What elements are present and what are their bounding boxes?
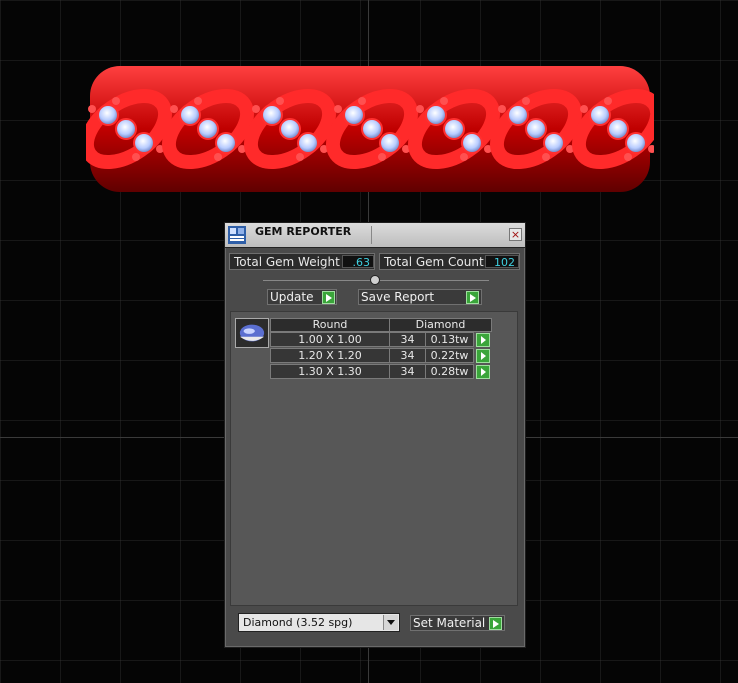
title-separator bbox=[371, 226, 372, 244]
prong-bead bbox=[214, 153, 222, 161]
gem-count-cell: 34 bbox=[389, 348, 426, 363]
prong-bead bbox=[194, 97, 202, 105]
diamond-gem bbox=[361, 118, 383, 140]
play-icon[interactable] bbox=[476, 333, 490, 347]
total-gem-count-box: Total Gem Count 102 bbox=[379, 253, 520, 270]
diamond-gem bbox=[607, 118, 629, 140]
prong-bead bbox=[460, 153, 468, 161]
prong-bead bbox=[604, 97, 612, 105]
diamond-gem bbox=[507, 104, 529, 126]
title-bar[interactable]: GEM REPORTER × bbox=[225, 223, 525, 248]
material-header: Diamond bbox=[389, 318, 492, 332]
gem-table-area: Round Diamond 1.00 X 1.00 34 0.13tw 1.20… bbox=[230, 311, 518, 606]
gem-size-cell: 1.20 X 1.20 bbox=[270, 348, 390, 363]
total-gem-count-label: Total Gem Count bbox=[384, 255, 484, 269]
diamond-gem bbox=[279, 118, 301, 140]
diamond-gem bbox=[297, 132, 319, 154]
set-material-button[interactable]: Set Material bbox=[410, 615, 505, 631]
diamond-gem bbox=[115, 118, 137, 140]
prong-bead bbox=[252, 105, 260, 113]
prong-bead bbox=[580, 105, 588, 113]
diamond-gem bbox=[443, 118, 465, 140]
window-title: GEM REPORTER bbox=[255, 225, 352, 238]
gem-size-cell: 1.30 X 1.30 bbox=[270, 364, 390, 379]
prong-bead bbox=[276, 97, 284, 105]
update-button[interactable]: Update bbox=[267, 289, 337, 305]
gem-weight-cell: 0.28tw bbox=[425, 364, 474, 379]
diamond-gem bbox=[625, 132, 647, 154]
cuban-link-ring-model[interactable] bbox=[86, 58, 654, 200]
gem-reporter-icon bbox=[228, 226, 246, 244]
slider-handle[interactable] bbox=[370, 275, 380, 285]
gem-count-cell: 34 bbox=[389, 364, 426, 379]
gem-size-cell: 1.00 X 1.00 bbox=[270, 332, 390, 347]
diamond-gem bbox=[589, 104, 611, 126]
play-icon[interactable] bbox=[476, 349, 490, 363]
diamond-gem bbox=[179, 104, 201, 126]
close-icon[interactable]: × bbox=[509, 228, 522, 241]
shape-header: Round bbox=[270, 318, 390, 332]
prong-bead bbox=[358, 97, 366, 105]
total-gem-weight-label: Total Gem Weight bbox=[234, 255, 340, 269]
diamond-gem bbox=[261, 104, 283, 126]
save-report-button[interactable]: Save Report bbox=[358, 289, 482, 305]
play-icon[interactable] bbox=[322, 291, 335, 304]
save-report-label: Save Report bbox=[361, 290, 435, 304]
play-icon[interactable] bbox=[466, 291, 479, 304]
diamond-gem bbox=[379, 132, 401, 154]
prong-bead bbox=[542, 153, 550, 161]
total-gem-count-value: 102 bbox=[485, 255, 519, 269]
gem-count-cell: 34 bbox=[389, 332, 426, 347]
prong-bead bbox=[624, 153, 632, 161]
prong-bead bbox=[378, 153, 386, 161]
total-gem-weight-box: Total Gem Weight .63 bbox=[229, 253, 375, 270]
diamond-gem bbox=[215, 132, 237, 154]
prong-bead bbox=[416, 105, 424, 113]
play-icon[interactable] bbox=[489, 617, 502, 630]
prong-bead bbox=[170, 105, 178, 113]
round-gem-icon bbox=[235, 318, 269, 348]
gem-reporter-panel: GEM REPORTER × Total Gem Weight .63 Tota… bbox=[224, 222, 526, 648]
prong-bead bbox=[440, 97, 448, 105]
diamond-gem bbox=[97, 104, 119, 126]
prong-bead bbox=[112, 97, 120, 105]
gem-weight-cell: 0.13tw bbox=[425, 332, 474, 347]
3d-viewport[interactable]: GEM REPORTER × Total Gem Weight .63 Tota… bbox=[0, 0, 738, 683]
set-material-label: Set Material bbox=[413, 616, 486, 630]
update-label: Update bbox=[270, 290, 314, 304]
play-icon[interactable] bbox=[476, 365, 490, 379]
prong-bead bbox=[522, 97, 530, 105]
prong-bead bbox=[296, 153, 304, 161]
prong-bead bbox=[498, 105, 506, 113]
diamond-gem bbox=[425, 104, 447, 126]
diamond-gem bbox=[343, 104, 365, 126]
diamond-gem bbox=[133, 132, 155, 154]
diamond-gem bbox=[197, 118, 219, 140]
diamond-gem bbox=[461, 132, 483, 154]
material-select[interactable]: Diamond (3.52 spg) bbox=[238, 613, 400, 632]
material-select-value: Diamond (3.52 spg) bbox=[243, 616, 353, 629]
diamond-gem bbox=[525, 118, 547, 140]
prong-bead bbox=[132, 153, 140, 161]
total-gem-weight-value: .63 bbox=[342, 255, 374, 269]
prong-bead bbox=[334, 105, 342, 113]
gem-weight-cell: 0.22tw bbox=[425, 348, 474, 363]
prong-bead bbox=[88, 105, 96, 113]
diamond-gem bbox=[543, 132, 565, 154]
chevron-down-icon[interactable] bbox=[383, 615, 398, 630]
